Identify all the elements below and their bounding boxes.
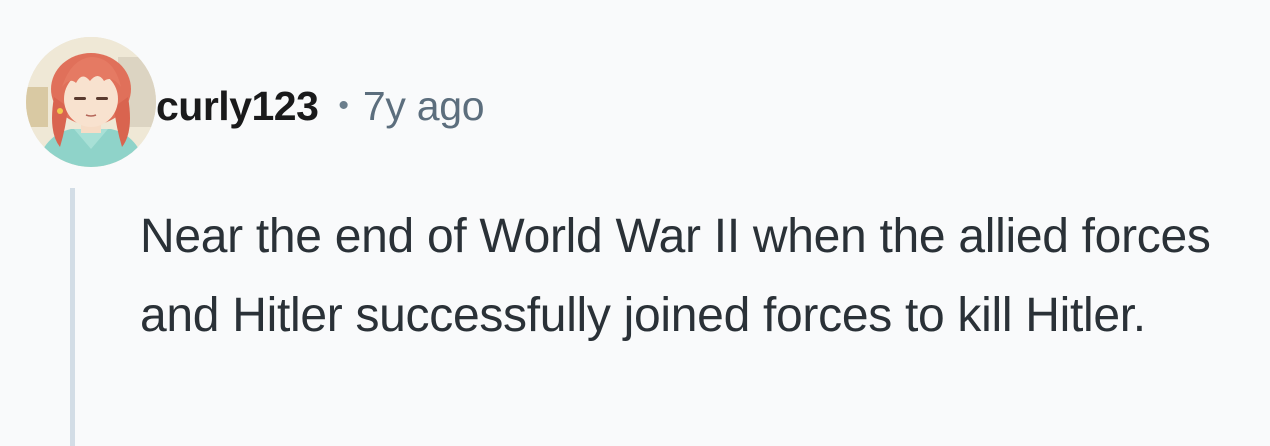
- meta-separator: •: [338, 89, 349, 122]
- comment-meta: curly123 • 7y ago: [156, 76, 485, 136]
- username-link[interactable]: curly123: [156, 83, 319, 130]
- comment: curly123 • 7y ago Near the end of World …: [0, 0, 1270, 446]
- comment-body: Near the end of World War II when the al…: [140, 210, 1211, 342]
- user-avatar-icon[interactable]: [26, 37, 156, 167]
- timestamp[interactable]: 7y ago: [363, 83, 485, 130]
- thread-line[interactable]: [70, 188, 75, 446]
